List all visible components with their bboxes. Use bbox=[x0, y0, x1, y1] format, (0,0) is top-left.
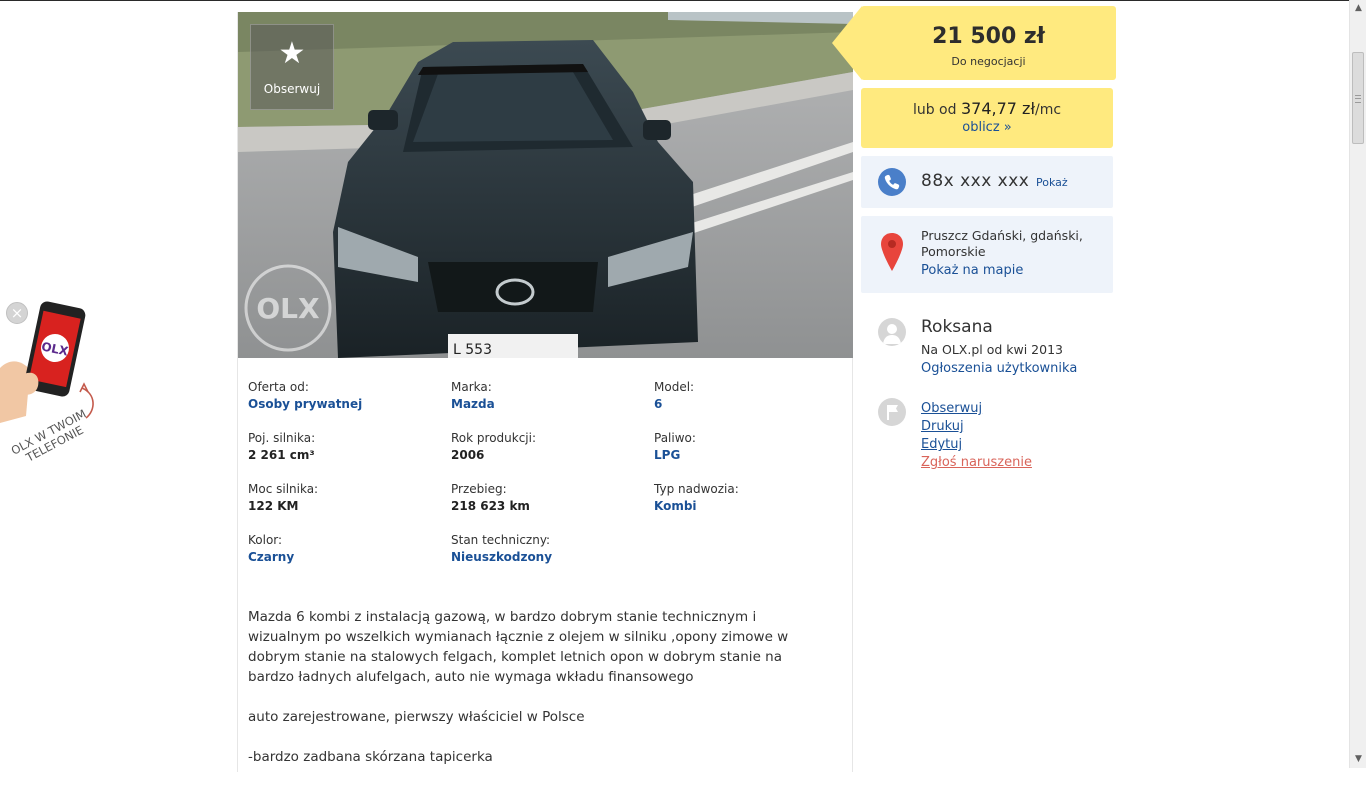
param-body-type: Typ nadwozia: Kombi bbox=[654, 482, 844, 515]
ad-description: Mazda 6 kombi z instalacją gazową, w bar… bbox=[248, 607, 818, 787]
param-value: 218 623 km bbox=[451, 499, 530, 513]
map-pin-icon bbox=[881, 233, 903, 271]
param-value: 122 KM bbox=[248, 499, 299, 513]
description-paragraph: auto zarejestrowane, pierwszy właściciel… bbox=[248, 709, 585, 725]
param-fuel: Paliwo: LPG bbox=[654, 431, 844, 464]
installment-prefix: lub od bbox=[912, 102, 961, 118]
param-offer-from: Oferta od: Osoby prywatnej bbox=[248, 380, 438, 413]
price-negotiable: Do negocjacji bbox=[951, 55, 1026, 68]
param-mileage: Przebieg: 218 623 km bbox=[451, 482, 641, 515]
param-value[interactable]: LPG bbox=[654, 446, 844, 464]
param-label: Przebieg: bbox=[451, 482, 507, 496]
vertical-scrollbar[interactable]: ▲ ▼ bbox=[1349, 0, 1366, 768]
ad-main-column: L 553 OLX ★ Obserwuj Oferta od: Osoby pr… bbox=[237, 12, 853, 772]
param-value: 2006 bbox=[451, 448, 485, 462]
param-value[interactable]: Osoby prywatnej bbox=[248, 395, 438, 413]
description-paragraph: -bardzo zadbana skórzana tapicerka bbox=[248, 749, 493, 765]
phone-box: 88x xxx xxx Pokaż bbox=[861, 156, 1113, 208]
show-phone-link[interactable]: Pokaż bbox=[1036, 176, 1068, 189]
olx-watermark: OLX bbox=[256, 292, 320, 325]
param-model: Model: 6 bbox=[654, 380, 844, 413]
param-color: Kolor: Czarny bbox=[248, 533, 438, 566]
show-on-map-link[interactable]: Pokaż na mapie bbox=[921, 263, 1023, 278]
grip-icon bbox=[1355, 95, 1361, 103]
param-power: Moc silnika: 122 KM bbox=[248, 482, 438, 515]
param-make: Marka: Mazda bbox=[451, 380, 641, 413]
param-value[interactable]: Kombi bbox=[654, 497, 844, 515]
window-top-border bbox=[0, 0, 1350, 1]
location-box: Pruszcz Gdański, gdański, Pomorskie Poka… bbox=[861, 216, 1113, 293]
scroll-down-arrow-icon[interactable]: ▼ bbox=[1353, 754, 1364, 765]
seller-ads-link[interactable]: Ogłoszenia użytkownika bbox=[921, 361, 1077, 376]
phone-icon bbox=[878, 168, 906, 196]
param-label: Oferta od: bbox=[248, 380, 309, 394]
print-link[interactable]: Drukuj bbox=[921, 419, 964, 434]
param-label: Kolor: bbox=[248, 533, 283, 547]
installment-box: lub od 374,77 zł/mc oblicz » bbox=[861, 88, 1113, 148]
watch-ad-badge[interactable]: ★ Obserwuj bbox=[250, 24, 334, 110]
price-pointer bbox=[832, 6, 862, 80]
param-label: Moc silnika: bbox=[248, 482, 319, 496]
report-link[interactable]: Zgłoś naruszenie bbox=[921, 455, 1032, 470]
price-amount: 21 500 zł bbox=[932, 24, 1045, 49]
watch-ad-label: Obserwuj bbox=[263, 82, 321, 96]
ad-photo[interactable]: L 553 OLX ★ Obserwuj bbox=[238, 12, 853, 358]
user-avatar-icon bbox=[878, 318, 906, 346]
seller-since: Na OLX.pl od kwi 2013 bbox=[921, 342, 1063, 357]
star-icon: ★ bbox=[278, 36, 306, 71]
param-year: Rok produkcji: 2006 bbox=[451, 431, 641, 464]
installment-amount: 374,77 zł bbox=[960, 99, 1035, 118]
calculate-link[interactable]: oblicz » bbox=[861, 120, 1113, 135]
scroll-up-arrow-icon[interactable]: ▲ bbox=[1353, 3, 1364, 14]
license-plate: L 553 bbox=[453, 342, 492, 358]
param-label: Typ nadwozia: bbox=[654, 482, 739, 496]
param-value[interactable]: Mazda bbox=[451, 395, 641, 413]
param-label: Rok produkcji: bbox=[451, 431, 537, 445]
edit-link[interactable]: Edytuj bbox=[921, 437, 962, 452]
param-label: Poj. silnika: bbox=[248, 431, 316, 445]
phone-number: 88x xxx xxx bbox=[921, 171, 1030, 191]
scrollbar-thumb[interactable] bbox=[1352, 52, 1364, 144]
param-label: Paliwo: bbox=[654, 431, 696, 445]
param-condition: Stan techniczny: Nieuszkodzony bbox=[451, 533, 641, 566]
installment-line: lub od 374,77 zł/mc bbox=[861, 100, 1113, 119]
param-label: Model: bbox=[654, 380, 695, 394]
promo-close-button[interactable]: × bbox=[6, 302, 28, 324]
param-value: 2 261 cm³ bbox=[248, 448, 315, 462]
installment-suffix: /mc bbox=[1034, 102, 1062, 118]
param-label: Marka: bbox=[451, 380, 492, 394]
description-paragraph: Mazda 6 kombi z instalacją gazową, w bar… bbox=[248, 609, 789, 685]
param-value[interactable]: Czarny bbox=[248, 548, 438, 566]
seller-name: Roksana bbox=[921, 317, 993, 337]
param-value[interactable]: Nieuszkodzony bbox=[451, 548, 641, 566]
watch-ad-link[interactable]: Obserwuj bbox=[921, 401, 982, 416]
param-label: Stan techniczny: bbox=[451, 533, 551, 547]
param-value[interactable]: 6 bbox=[654, 395, 844, 413]
param-engine-capacity: Poj. silnika: 2 261 cm³ bbox=[248, 431, 438, 464]
location-text: Pruszcz Gdański, gdański, Pomorskie bbox=[921, 228, 1083, 259]
price-box: 21 500 zł Do negocjacji bbox=[861, 6, 1116, 80]
flag-icon bbox=[878, 398, 906, 426]
